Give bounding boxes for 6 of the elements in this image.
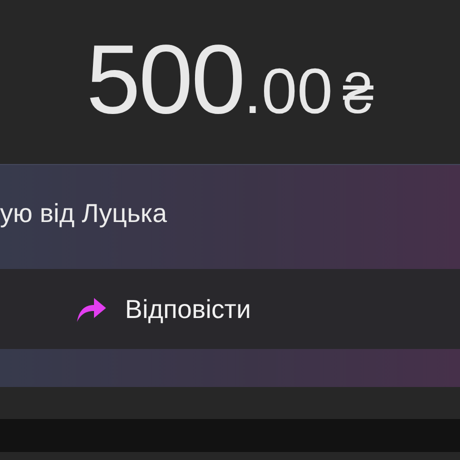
reply-button[interactable]: Відповісти — [0, 269, 460, 349]
amount-value: 500 — [86, 30, 244, 128]
message-text: ую від Луцька — [0, 198, 167, 228]
reply-arrow-icon — [77, 296, 107, 322]
currency-symbol: ₴ — [342, 66, 374, 122]
amount-fraction: .00 — [244, 59, 333, 123]
